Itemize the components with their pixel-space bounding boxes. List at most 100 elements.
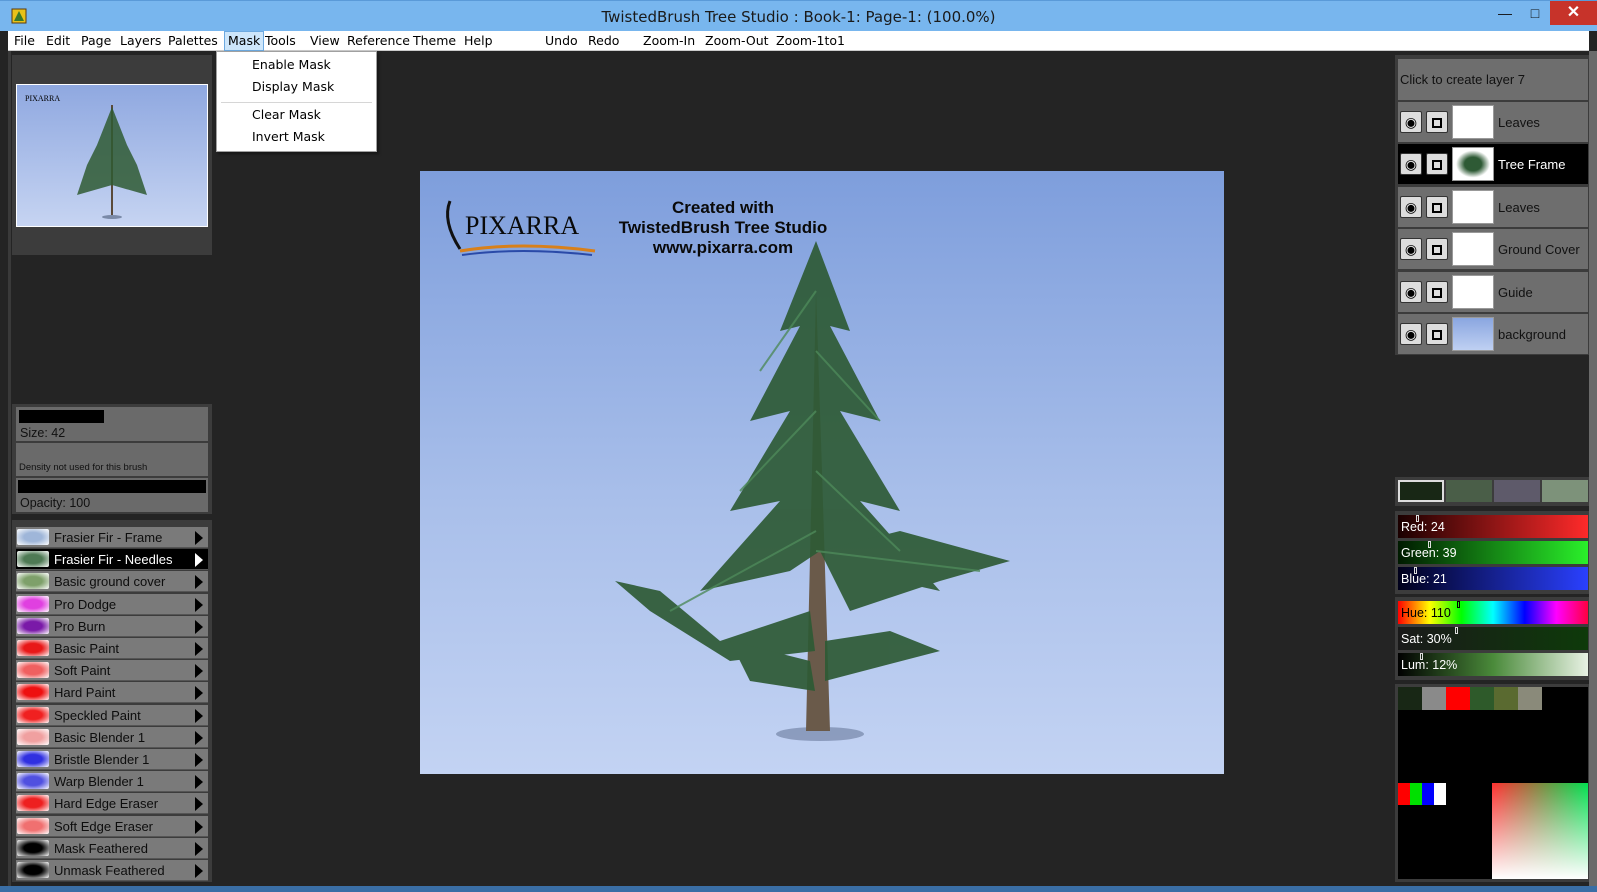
drawing-canvas[interactable]: PIXARRA Created with TwistedBrush Tree S… — [420, 171, 1224, 774]
layer-row[interactable]: ◉ background — [1398, 314, 1588, 354]
brush-arrow-icon[interactable] — [195, 597, 203, 612]
brush-arrow-icon[interactable] — [195, 664, 203, 679]
brush-item[interactable]: Bristle Blender 1 — [16, 749, 208, 770]
menu-reference[interactable]: Reference — [347, 33, 410, 48]
lock-icon[interactable] — [1426, 195, 1448, 218]
lock-icon[interactable] — [1426, 280, 1448, 303]
brush-item[interactable]: Unmask Feathered — [16, 860, 208, 881]
palette-green-chip[interactable] — [1410, 783, 1422, 805]
menu-theme[interactable]: Theme — [413, 33, 456, 48]
lock-icon[interactable] — [1426, 323, 1448, 345]
menu-mask[interactable]: Mask — [224, 31, 265, 51]
palette-color-cell[interactable] — [1422, 687, 1446, 710]
blue-slider[interactable]: Blue: 21 — [1398, 567, 1588, 590]
hue-slider[interactable]: Hue: 110 — [1398, 601, 1588, 624]
brush-item[interactable]: Soft Paint — [16, 660, 208, 682]
brush-arrow-icon[interactable] — [195, 819, 203, 834]
palette-color-cell[interactable] — [1518, 687, 1542, 710]
zoom-out-button[interactable]: Zoom-Out — [705, 33, 769, 48]
undo-button[interactable]: Undo — [545, 33, 578, 48]
brush-arrow-icon[interactable] — [195, 864, 203, 878]
maximize-button[interactable]: □ — [1518, 1, 1552, 25]
palette-color-cell[interactable] — [1446, 687, 1470, 710]
menu-view[interactable]: View — [310, 33, 340, 48]
color-swatch-2[interactable] — [1446, 480, 1492, 502]
hue-slider-handle[interactable] — [1457, 601, 1460, 608]
menu-page[interactable]: Page — [81, 33, 111, 48]
brush-arrow-icon[interactable] — [195, 730, 203, 745]
zoom-1to1-button[interactable]: Zoom-1to1 — [776, 33, 845, 48]
brush-arrow-icon[interactable] — [195, 575, 203, 590]
brush-item[interactable]: Pro Dodge — [16, 593, 208, 615]
layer-row[interactable]: ◉ Leaves — [1398, 102, 1588, 142]
brush-arrow-icon[interactable] — [195, 619, 203, 634]
luminance-slider[interactable]: Lum: 12% — [1398, 653, 1588, 676]
invert-mask-item[interactable]: Invert Mask — [252, 129, 325, 144]
lock-icon[interactable] — [1426, 238, 1448, 261]
page-thumbnail[interactable]: PIXARRA — [16, 84, 208, 227]
brush-arrow-icon[interactable] — [195, 531, 203, 545]
brush-arrow-icon[interactable] — [195, 775, 203, 790]
eye-icon[interactable]: ◉ — [1400, 280, 1422, 303]
brush-item[interactable]: Soft Edge Eraser — [16, 815, 208, 837]
eye-icon[interactable]: ◉ — [1400, 111, 1422, 133]
brush-item[interactable]: Basic Paint — [16, 638, 208, 659]
layer-row[interactable]: ◉ Leaves — [1398, 186, 1588, 227]
brush-arrow-icon[interactable] — [195, 708, 203, 723]
create-layer-button[interactable]: Click to create layer 7 — [1398, 59, 1588, 100]
brush-item[interactable]: Frasier Fir - Frame — [16, 527, 208, 548]
brush-item[interactable]: Hard Paint — [16, 682, 208, 704]
color-mixer-gradient[interactable] — [1492, 783, 1588, 879]
brush-item[interactable]: Mask Feathered — [16, 837, 208, 859]
color-swatch-3[interactable] — [1494, 480, 1540, 502]
brush-item[interactable]: Pro Burn — [16, 615, 208, 637]
brush-item[interactable]: Basic Blender 1 — [16, 726, 208, 748]
saturation-slider-handle[interactable] — [1455, 627, 1458, 634]
brush-item[interactable]: Warp Blender 1 — [16, 771, 208, 793]
brush-item[interactable]: Hard Edge Eraser — [16, 793, 208, 815]
lock-icon[interactable] — [1426, 153, 1448, 176]
density-slider[interactable]: Density not used for this brush — [16, 443, 208, 476]
red-slider[interactable]: Red: 24 — [1398, 515, 1588, 538]
eye-icon[interactable]: ◉ — [1400, 153, 1422, 176]
menu-edit[interactable]: Edit — [46, 33, 70, 48]
layer-row[interactable]: ◉ Tree Frame — [1398, 144, 1588, 185]
layer-row[interactable]: ◉ Guide — [1398, 271, 1588, 312]
menu-file[interactable]: File — [14, 33, 35, 48]
menu-help[interactable]: Help — [464, 33, 493, 48]
brush-item[interactable]: Speckled Paint — [16, 704, 208, 726]
current-color-swatch[interactable] — [1398, 480, 1444, 502]
layer-row[interactable]: ◉ Ground Cover — [1398, 229, 1588, 270]
zoom-in-button[interactable]: Zoom-In — [643, 33, 695, 48]
brush-arrow-icon[interactable] — [195, 642, 203, 656]
size-slider[interactable]: Size: 42 — [16, 407, 208, 441]
redo-button[interactable]: Redo — [588, 33, 619, 48]
minimize-button[interactable]: — — [1488, 1, 1522, 25]
palette-blue-chip[interactable] — [1422, 783, 1434, 805]
brush-item[interactable]: Frasier Fir - Needles — [16, 549, 208, 571]
palette-color-cell[interactable] — [1494, 687, 1518, 710]
brush-item[interactable]: Basic ground cover — [16, 571, 208, 593]
color-swatch-4[interactable] — [1542, 480, 1588, 502]
display-mask-item[interactable]: Display Mask — [252, 79, 334, 94]
clear-mask-item[interactable]: Clear Mask — [252, 107, 321, 122]
close-button[interactable]: ✕ — [1550, 1, 1597, 25]
palette-white-chip[interactable] — [1434, 783, 1446, 805]
lock-icon[interactable] — [1426, 111, 1448, 133]
opacity-slider[interactable]: Opacity: 100 — [16, 478, 208, 512]
menu-palettes[interactable]: Palettes — [168, 33, 218, 48]
enable-mask-item[interactable]: Enable Mask — [252, 57, 331, 72]
palette-color-cell[interactable] — [1398, 687, 1422, 710]
palette-red-chip[interactable] — [1398, 783, 1410, 805]
eye-icon[interactable]: ◉ — [1400, 323, 1422, 345]
saturation-slider[interactable]: Sat: 30% — [1398, 627, 1588, 650]
menu-layers[interactable]: Layers — [120, 33, 161, 48]
brush-arrow-icon[interactable] — [195, 553, 203, 568]
green-slider[interactable]: Green: 39 — [1398, 541, 1588, 564]
menu-tools[interactable]: Tools — [265, 33, 296, 48]
brush-arrow-icon[interactable] — [195, 841, 203, 856]
eye-icon[interactable]: ◉ — [1400, 238, 1422, 261]
brush-arrow-icon[interactable] — [195, 753, 203, 767]
brush-arrow-icon[interactable] — [195, 797, 203, 812]
brush-arrow-icon[interactable] — [195, 686, 203, 701]
